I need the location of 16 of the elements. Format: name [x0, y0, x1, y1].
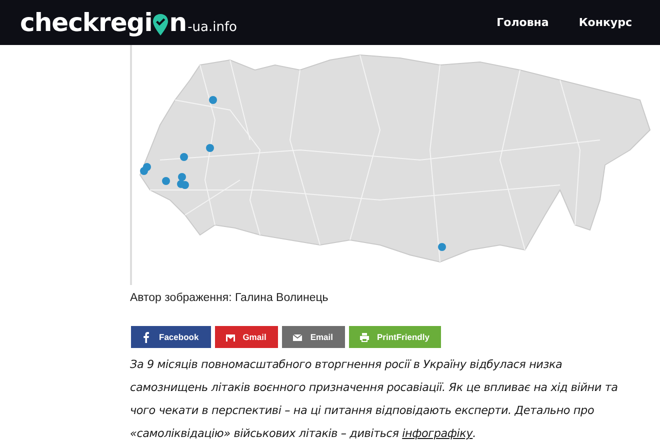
- infographic-link[interactable]: інфографіку: [402, 427, 473, 440]
- article-paragraph: За 9 місяців повномасштабного вторгнення росії в Україну відбулася низка самознищень літаків воєнного призначення росавіації. Як це впливає на хід війни та чого чекати в перспективі – на ці питання відповідають експерти. Детально про «самоліквідацію» військових літаків – дивіться інфографіку.: [130, 357, 619, 442]
- nav-link[interactable]: Головна: [496, 16, 549, 29]
- envelope-icon: [292, 332, 304, 342]
- share-button[interactable]: Email: [282, 326, 345, 348]
- logo-text[interactable]: checkregi: [20, 8, 152, 37]
- printer-icon: [359, 332, 370, 342]
- share-button[interactable]: Facebook: [131, 326, 211, 348]
- share-button[interactable]: Gmail: [214, 326, 278, 348]
- location-pin-icon: [152, 12, 170, 36]
- image-caption: Автор зображення: Галина Волинець: [130, 292, 330, 304]
- gmail-icon: [224, 332, 236, 342]
- facebook-icon: [141, 332, 152, 342]
- logo-domain[interactable]: -ua.info: [188, 20, 238, 35]
- logo-text[interactable]: n: [169, 8, 187, 37]
- nav-link[interactable]: Конкурс: [578, 16, 632, 29]
